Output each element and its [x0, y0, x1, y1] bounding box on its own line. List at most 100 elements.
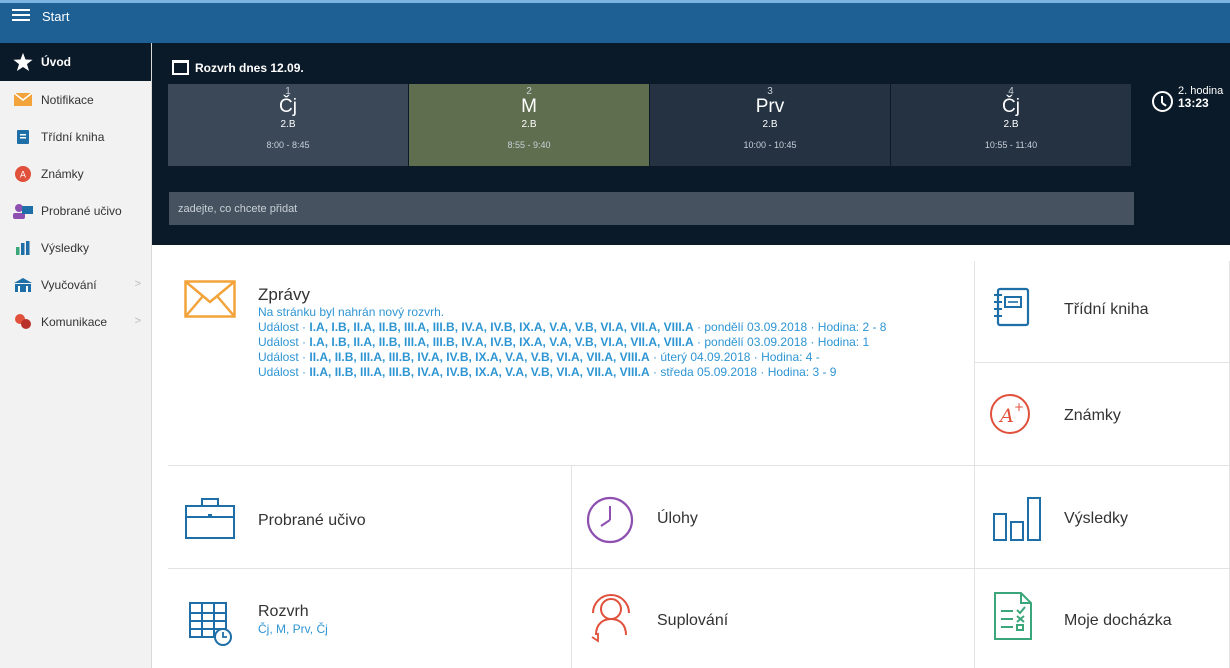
sidebar-item-label: Probrané učivo [41, 203, 122, 218]
tile-title: Suplování [657, 612, 729, 629]
tile-title: Známky [1064, 407, 1121, 424]
tile-title: Třídní kniha [1064, 301, 1149, 318]
sidebar-item-komunikace[interactable]: Komunikace > [0, 303, 151, 340]
tile-title: Výsledky [1064, 510, 1129, 527]
event-prefix: Událost · [258, 335, 310, 349]
sidebar-item-label: Známky [41, 166, 84, 181]
tile-title: Rozvrh [258, 603, 309, 620]
lesson-time: 10:00 - 10:45 [743, 140, 797, 150]
lesson-time: 8:00 - 8:45 [266, 140, 310, 150]
current-time: 13:23 [1178, 96, 1209, 110]
chevron-right-icon: > [134, 315, 141, 327]
message-event[interactable]: Událost · II.A, II.B, III.A, III.B, IV.A… [258, 365, 958, 380]
sidebar-item-vyucovani[interactable]: Vyučování > [0, 266, 151, 303]
message-event[interactable]: Událost · I.A, I.B, II.A, II.B, III.A, I… [258, 320, 958, 335]
sidebar-item-znamky[interactable]: A Známky [0, 155, 151, 192]
book-icon [12, 129, 34, 145]
sidebar-item-label: Úvod [41, 55, 71, 69]
lesson-class: 2.B [280, 119, 296, 130]
timetable-icon [189, 602, 232, 646]
lesson-class: 2.B [762, 119, 778, 130]
message-line[interactable]: Na stránku byl nahrán nový rozvrh. [258, 305, 958, 320]
lesson-subject: Čj [279, 96, 297, 117]
envelope-icon [12, 92, 34, 108]
event-classes: II.A, II.B, III.A, III.B, IV.A, IV.B, IX… [309, 365, 650, 379]
sidebar-item-vysledky[interactable]: Výsledky [0, 229, 151, 266]
people-chat-icon [12, 313, 34, 330]
app-title: Start [42, 9, 70, 24]
current-lesson-clock: 2. hodina 13:23 [1152, 85, 1223, 112]
sidebar-item-label: Vyučování [41, 277, 97, 292]
tile-suplovani[interactable]: Suplování [572, 569, 975, 668]
tile-title: Probrané učivo [258, 512, 366, 529]
classroom-icon [12, 277, 34, 293]
event-prefix: Událost · [258, 350, 310, 364]
quick-add-input[interactable] [169, 192, 1134, 225]
sidebar-item-label: Komunikace [41, 314, 108, 329]
message-event[interactable]: Událost · II.A, II.B, III.A, III.B, IV.A… [258, 350, 958, 365]
calendar-icon [172, 60, 189, 75]
lesson-time: 10:55 - 11:40 [984, 140, 1038, 150]
lesson-time: 8:55 - 9:40 [507, 140, 551, 150]
sidebar-item-tridni-kniha[interactable]: Třídní kniha [0, 118, 151, 155]
substitute-teacher-icon [591, 594, 630, 643]
schedule-header: Rozvrh dnes 12.09. [172, 60, 304, 75]
grade-icon: A [12, 165, 34, 182]
tile-znamky[interactable]: A + Známky [975, 363, 1230, 466]
menu-icon[interactable] [12, 9, 30, 22]
clock-icon [586, 496, 634, 544]
event-prefix: Událost · [258, 365, 310, 379]
tile-moje-dochazka[interactable]: Moje docházka [975, 569, 1230, 668]
envelope-icon [184, 280, 236, 318]
lesson-card[interactable]: 3 Prv 2.B 10:00 - 10:45 [650, 84, 891, 166]
message-text: Na stránku byl nahrán nový rozvrh. [258, 305, 445, 319]
tile-probrane-ucivo[interactable]: Probrané učivo [168, 466, 572, 569]
tile-tridni-kniha[interactable]: Třídní kniha [975, 261, 1230, 363]
event-classes: I.A, I.B, II.A, II.B, III.A, III.B, IV.A… [309, 320, 694, 334]
sidebar-item-label: Notifikace [41, 92, 94, 107]
event-details: · pondělí 03.09.2018 · Hodina: 1 [693, 335, 870, 349]
today-schedule-panel: Rozvrh dnes 12.09. 1 Čj 2.B 8:00 - 8:45 … [152, 43, 1230, 245]
event-details: · pondělí 03.09.2018 · Hodina: 2 - 8 [693, 320, 887, 334]
lesson-subject: Prv [755, 96, 785, 117]
tile-title: Zprávy [258, 285, 310, 304]
notebook-icon [994, 287, 1030, 327]
bar-chart-icon [12, 240, 34, 256]
tile-title: Úlohy [657, 510, 698, 527]
sidebar-item-label: Třídní kniha [41, 129, 105, 144]
lesson-subject: M [521, 96, 537, 117]
sidebar-item-notifikace[interactable]: Notifikace [0, 81, 151, 118]
sidebar-item-probrane-ucivo[interactable]: Probrané učivo [0, 192, 151, 229]
messages-content: Zprávy Na stránku byl nahrán nový rozvrh… [258, 285, 958, 380]
tile-zpravy[interactable]: Zprávy Na stránku byl nahrán nový rozvrh… [168, 261, 975, 466]
lesson-list: 1 Čj 2.B 8:00 - 8:45 2 M 2.B 8:55 - 9:40… [168, 84, 1132, 166]
tile-rozvrh[interactable]: Rozvrh Čj, M, Prv, Čj [168, 569, 572, 668]
lesson-card[interactable]: 4 Čj 2.B 10:55 - 11:40 [891, 84, 1132, 166]
lesson-subject: Čj [1002, 96, 1020, 117]
sidebar-item-label: Výsledky [41, 240, 90, 255]
top-bar: Start [0, 0, 1230, 43]
tile-ulohy[interactable]: Úlohy [572, 466, 975, 569]
event-details: · středa 05.09.2018 · Hodina: 3 - 9 [649, 365, 837, 379]
lesson-card-current[interactable]: 2 M 2.B 8:55 - 9:40 [409, 84, 650, 166]
lesson-class: 2.B [1003, 119, 1019, 130]
svg-text:A: A [998, 405, 1014, 427]
tile-title: Moje docházka [1064, 612, 1172, 629]
event-classes: I.A, I.B, II.A, II.B, III.A, III.B, IV.A… [309, 335, 694, 349]
event-classes: II.A, II.B, III.A, III.B, IV.A, IV.B, IX… [309, 350, 650, 364]
teacher-icon [12, 203, 34, 219]
tile-subtitle: Čj, M, Prv, Čj [258, 622, 328, 636]
svg-text:A: A [20, 170, 27, 180]
schedule-title: Rozvrh dnes 12.09. [195, 60, 304, 75]
sidebar: Úvod Notifikace Třídní kniha A Známky Pr… [0, 43, 152, 668]
lesson-card[interactable]: 1 Čj 2.B 8:00 - 8:45 [168, 84, 409, 166]
bar-chart-icon [993, 497, 1041, 541]
sidebar-item-uvod[interactable]: Úvod [0, 43, 151, 81]
svg-text:+: + [1014, 400, 1024, 414]
attendance-checklist-icon [994, 592, 1032, 640]
event-details: · úterý 04.09.2018 · Hodina: 4 - [649, 350, 820, 364]
message-event[interactable]: Událost · I.A, I.B, II.A, II.B, III.A, I… [258, 335, 958, 350]
tile-vysledky[interactable]: Výsledky [975, 466, 1230, 569]
event-prefix: Událost · [258, 320, 310, 334]
chevron-right-icon: > [134, 278, 141, 290]
